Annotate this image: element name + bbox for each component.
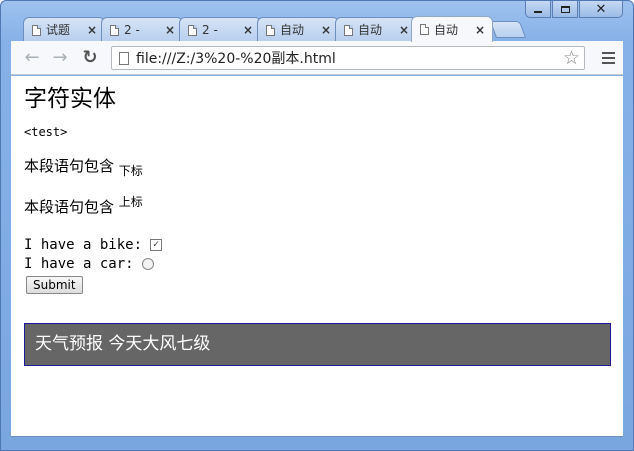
document-icon	[188, 25, 197, 36]
window-bottom-border	[11, 436, 623, 437]
tab-title: 试题	[46, 23, 71, 37]
page-title: 字符实体	[24, 86, 116, 112]
back-button[interactable]: ←	[21, 48, 43, 68]
superscript-line: 本段语句包含 上标	[24, 193, 614, 217]
bike-label: I have a bike:	[24, 236, 143, 253]
new-tab-button[interactable]	[489, 21, 527, 38]
forward-arrow-icon: →	[52, 47, 68, 68]
car-radio[interactable]	[141, 257, 154, 270]
document-icon	[420, 24, 429, 35]
tab-0[interactable]: 试题 ×	[23, 17, 105, 41]
tab-close-icon[interactable]: ×	[86, 23, 98, 37]
tab-close-icon[interactable]: ×	[398, 23, 410, 37]
submit-button[interactable]: Submit	[26, 276, 83, 294]
superscript-line-text: 本段语句包含	[24, 198, 115, 216]
superscript-text: 上标	[118, 195, 143, 209]
entity-text: <test>	[24, 125, 68, 139]
tab-close-icon[interactable]: ×	[474, 23, 486, 37]
tab-strip: 试题 × 2 - × 2 - × 自动 × 自动 × 自动 ×	[11, 15, 623, 42]
vehicle-form: I have a bike: ✓ I have a car: Submit	[24, 235, 614, 294]
document-icon	[32, 25, 41, 36]
bike-row: I have a bike: ✓	[24, 235, 614, 254]
document-icon	[344, 25, 353, 36]
subscript-line-text: 本段语句包含	[24, 157, 115, 175]
tab-title: 2 -	[124, 22, 140, 37]
reload-icon: ↻	[82, 47, 98, 68]
back-arrow-icon: ←	[24, 47, 40, 68]
subscript-line: 本段语句包含 下标	[24, 155, 614, 179]
subscript-text: 下标	[118, 164, 143, 178]
bookmark-star-icon[interactable]: ☆	[563, 47, 580, 69]
tab-title: 自动	[280, 23, 305, 37]
reload-button[interactable]: ↻	[79, 48, 101, 68]
tab-close-icon[interactable]: ×	[320, 23, 332, 37]
menu-button[interactable]	[602, 52, 615, 67]
url-input[interactable]	[134, 48, 554, 68]
weather-banner: 天气预报 今天大风七级	[24, 323, 611, 366]
browser-window: ✕ 试题 × 2 - × 2 - × 自动 × 自动 × 自动 × ← → ↻ …	[0, 0, 634, 451]
minimize-icon	[534, 10, 542, 13]
tab-5-active[interactable]: 自动 ×	[411, 16, 493, 42]
page-body: 字符实体 <test> 本段语句包含 下标 本段语句包含 上标 I have a…	[24, 76, 614, 294]
page-content: 字符实体 <test> 本段语句包含 下标 本段语句包含 上标 I have a…	[11, 76, 623, 436]
document-icon	[110, 25, 119, 36]
tab-2[interactable]: 2 - ×	[179, 17, 261, 41]
forward-button[interactable]: →	[49, 48, 71, 68]
car-label: I have a car:	[24, 255, 134, 272]
tab-close-icon[interactable]: ×	[242, 23, 254, 37]
tab-title: 自动	[358, 23, 383, 37]
tab-title: 2 -	[202, 22, 218, 37]
tab-close-icon[interactable]: ×	[164, 23, 176, 37]
page-icon	[119, 52, 129, 65]
maximize-icon	[560, 5, 570, 13]
car-row: I have a car:	[24, 254, 614, 273]
document-icon	[266, 25, 275, 36]
tab-1[interactable]: 2 - ×	[101, 17, 183, 41]
address-bar[interactable]: ☆	[111, 46, 585, 70]
tab-4[interactable]: 自动 ×	[335, 17, 417, 41]
browser-toolbar: ← → ↻ ☆	[11, 41, 623, 75]
tab-title: 自动	[434, 23, 459, 37]
hamburger-icon	[602, 52, 615, 54]
tab-3[interactable]: 自动 ×	[257, 17, 339, 41]
bike-checkbox[interactable]: ✓	[150, 238, 163, 251]
